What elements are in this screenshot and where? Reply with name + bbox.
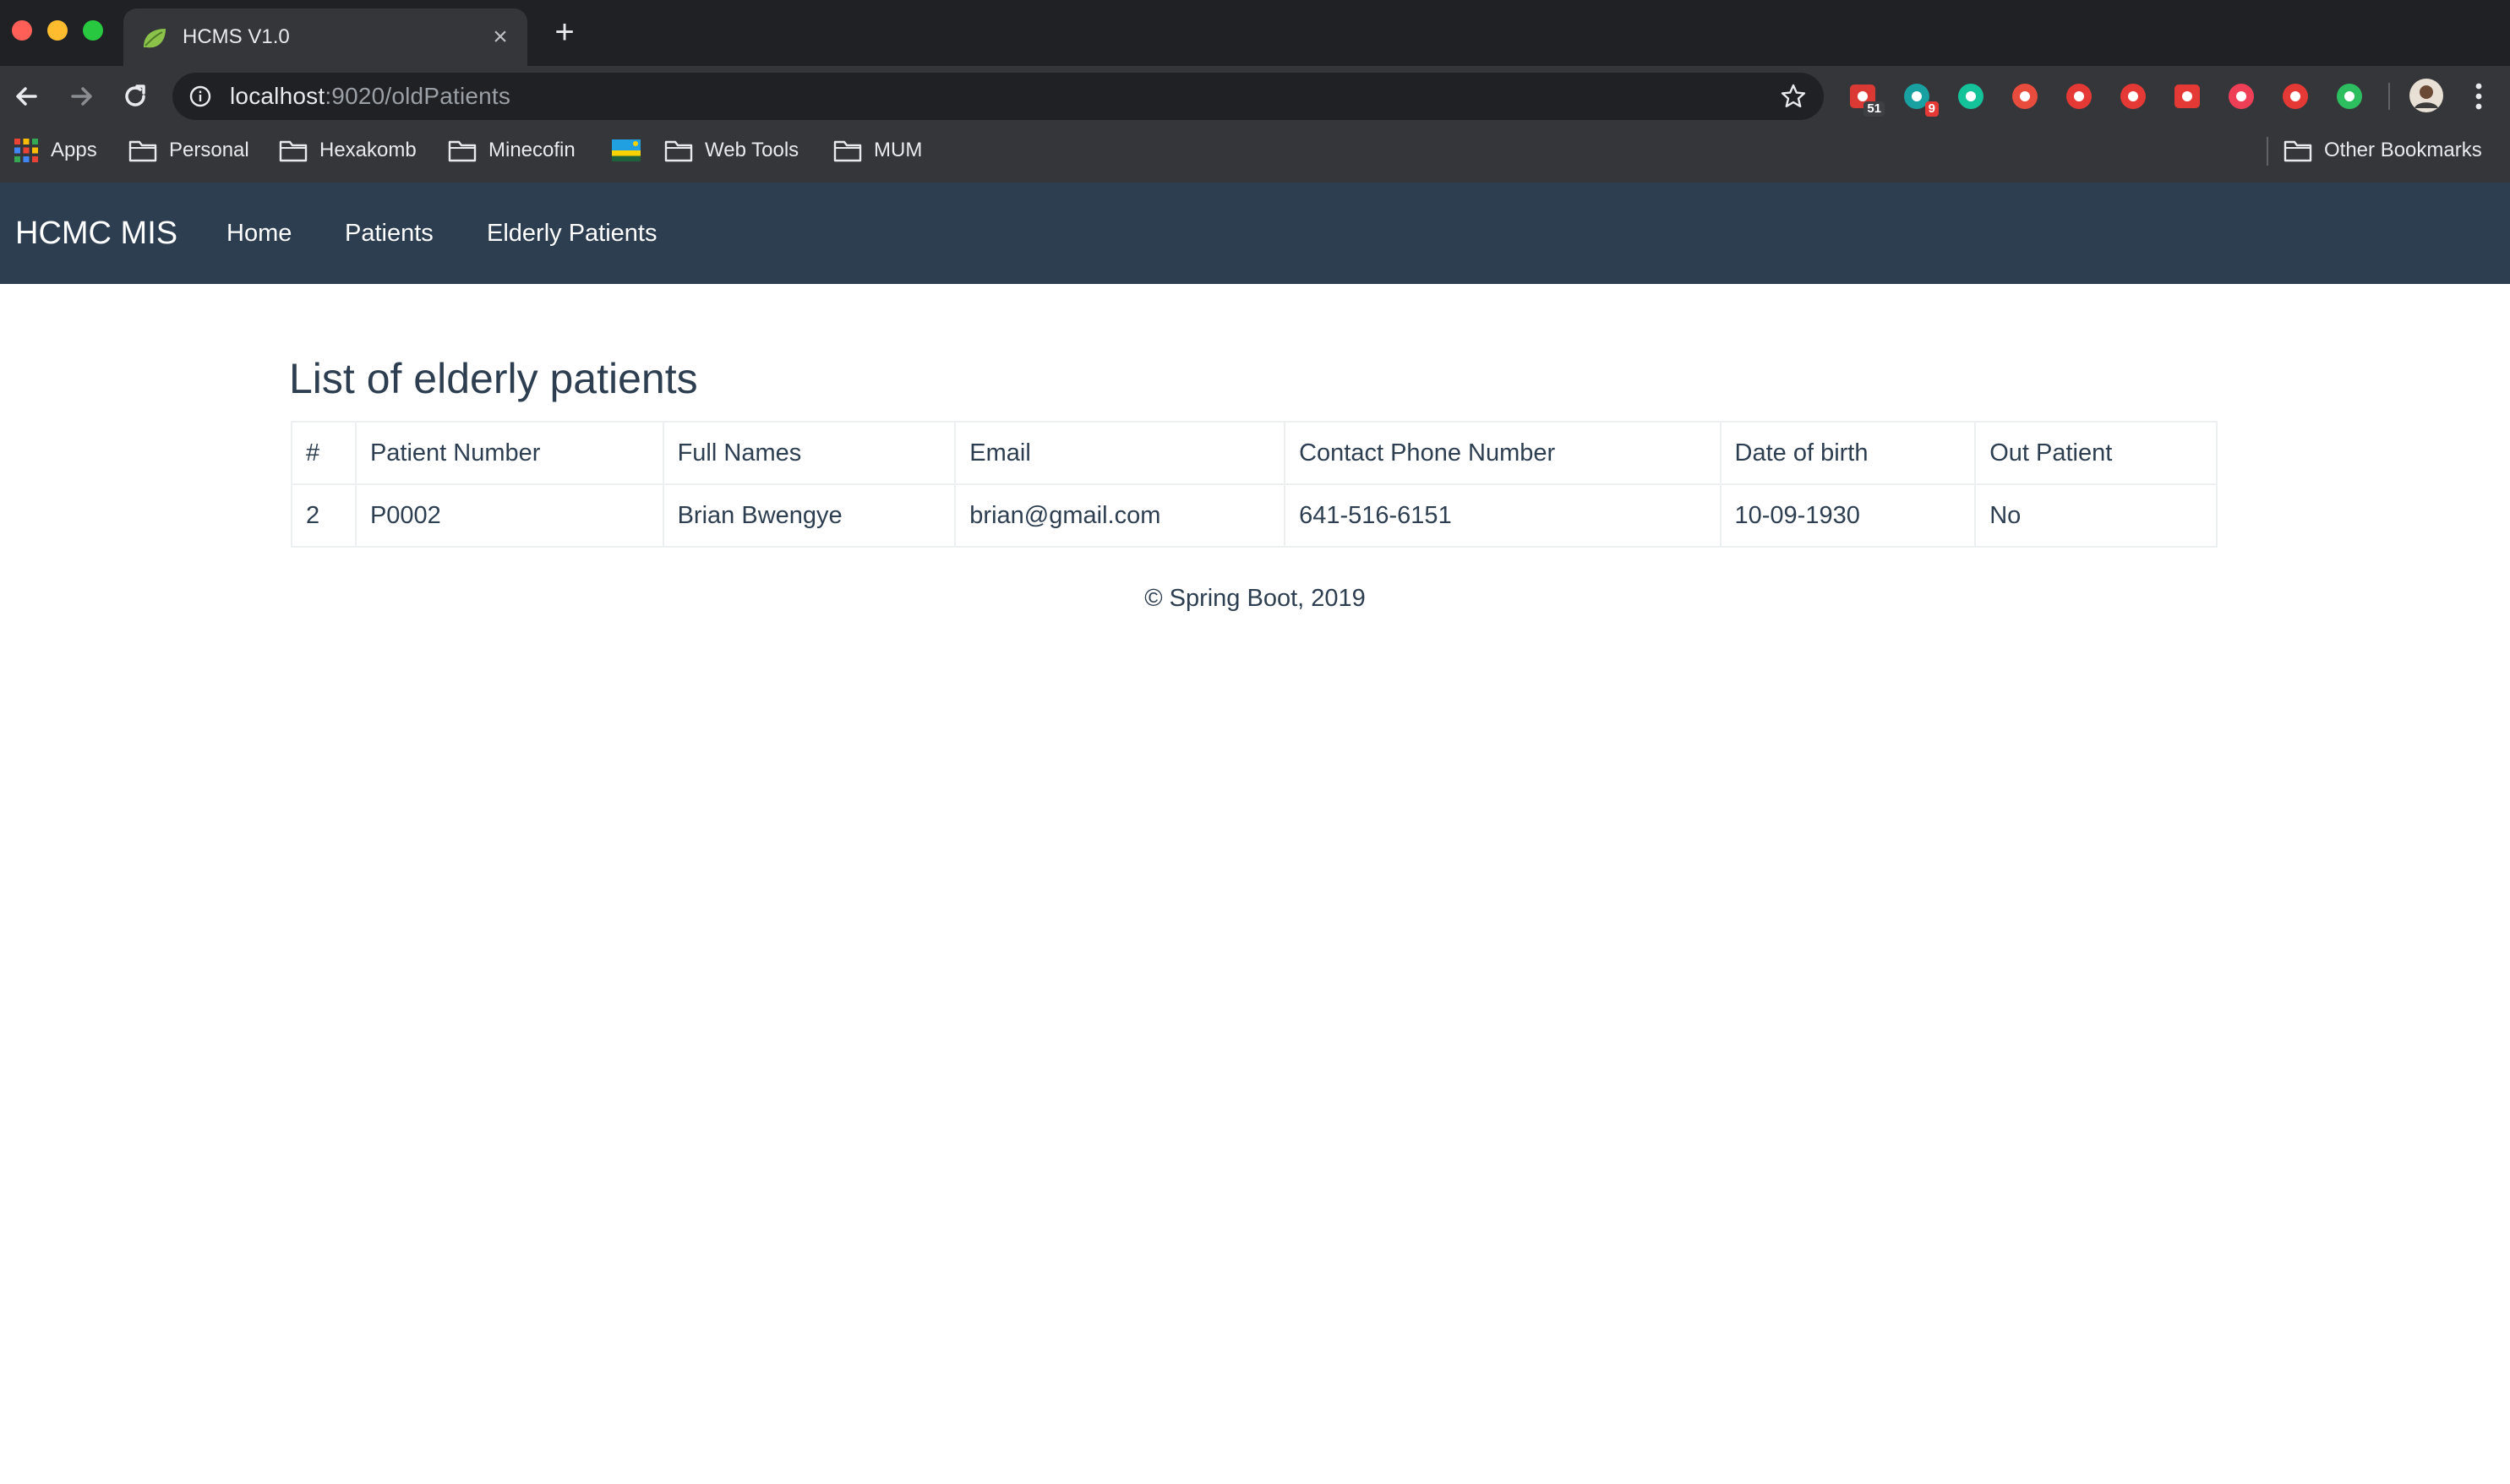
close-circle-ext-icon[interactable] [2280,81,2311,112]
browser-toolbar: localhost:9020/oldPatients 51 9 [0,66,2510,127]
folder-icon [2284,140,2312,162]
table-cell: brian@gmail.com [954,483,1286,548]
folder-icon [448,140,477,162]
folder-icon [664,140,693,162]
shield-ext-icon[interactable] [2172,81,2202,112]
column-header: Full Names [662,421,957,485]
column-header: Contact Phone Number [1284,421,1722,485]
app-ext-icon[interactable]: 9 [1902,81,1939,117]
grammarly-icon[interactable] [1956,81,1986,112]
table-cell: 641-516-6151 [1284,483,1722,548]
rwanda-flag-icon [612,139,641,161]
spring-leaf-icon [144,29,166,48]
adblock-icon[interactable] [2064,81,2094,112]
table-cell: No [1974,483,2218,548]
table-cell: Brian Bwengye [662,483,957,548]
tab-title: HCMS V1.0 [183,25,290,48]
bookmark-mum[interactable]: MUM [833,127,922,174]
nav-link-home[interactable]: Home [226,183,292,284]
column-header: Date of birth [1719,421,1977,485]
bookmark-flag-site[interactable] [612,127,652,174]
extension-badge: 9 [1924,101,1939,117]
back-icon[interactable] [10,79,44,113]
pocket-icon[interactable] [2226,81,2256,112]
folder-icon [128,140,157,162]
address-bar[interactable]: localhost:9020/oldPatients [172,73,1824,120]
folder-icon [833,140,862,162]
bookmarks-bar: Apps Personal Hexakomb Minecofin Web Too… [0,127,2510,183]
table-cell: 2 [291,483,357,548]
profile-avatar[interactable] [2409,78,2444,113]
table-cell: P0002 [354,483,664,548]
site-navbar: HCMC MIS Home Patients Elderly Patients [0,183,2510,284]
nav-link-patients[interactable]: Patients [345,183,434,284]
folder-icon [279,140,308,162]
table-header-row: # Patient Number Full Names Email Contac… [291,421,2218,485]
minimize-window-button[interactable] [47,20,68,41]
browser-tab-bar: HCMS V1.0 × + [0,0,2510,66]
table-cell: 10-09-1930 [1719,483,1977,548]
close-tab-icon[interactable]: × [485,22,516,52]
bookmark-other-bookmarks[interactable]: Other Bookmarks [2284,127,2482,174]
elderly-patients-table: # Patient Number Full Names Email Contac… [291,421,2218,548]
bookmark-label: MUM [874,139,923,161]
reload-icon[interactable] [118,79,152,113]
forward-icon[interactable] [64,79,98,113]
bookmark-label: Apps [51,139,97,161]
bookmarks-divider [2267,137,2268,166]
page-title: List of elderly patients [289,355,698,402]
table-row: 2 P0002 Brian Bwengye brian@gmail.com 64… [291,483,2218,548]
calendar-ext-icon[interactable]: 51 [1847,81,1885,117]
bookmark-label: Personal [169,139,249,161]
page-footer: © Spring Boot, 2019 [1144,585,1366,612]
column-header: # [291,421,357,485]
url-host: localhost [230,83,325,109]
color-wheel-icon[interactable] [2010,81,2040,112]
bookmark-label: Minecofin [488,139,576,161]
bookmark-label: Web Tools [705,139,799,161]
column-header: Email [954,421,1286,485]
evernote-icon[interactable] [2334,81,2365,112]
close-window-button[interactable] [12,20,32,41]
maximize-window-button[interactable] [83,20,103,41]
bookmark-web-tools[interactable]: Web Tools [664,127,799,174]
bookmark-label: Other Bookmarks [2324,139,2482,161]
column-header: Patient Number [354,421,664,485]
bookmark-star-icon[interactable] [1780,83,1807,110]
nav-link-elderly-patients[interactable]: Elderly Patients [487,183,658,284]
bookmark-apps[interactable]: Apps [14,127,97,174]
toolbar-divider [2388,83,2390,110]
new-tab-button[interactable]: + [548,15,581,49]
stop-hand-icon[interactable] [2118,81,2148,112]
column-header: Out Patient [1974,421,2218,485]
bookmark-minecofin[interactable]: Minecofin [448,127,576,174]
url-text: localhost:9020/oldPatients [230,73,510,120]
bookmark-personal[interactable]: Personal [128,127,249,174]
navbar-brand[interactable]: HCMC MIS [15,183,177,284]
apps-grid-icon [14,139,38,162]
menu-kebab-icon[interactable] [2466,79,2491,113]
url-path: :9020/oldPatients [325,83,511,109]
bookmark-hexakomb[interactable]: Hexakomb [279,127,417,174]
info-icon[interactable] [189,85,211,107]
browser-tab[interactable]: HCMS V1.0 × [123,8,527,66]
extension-badge: 51 [1863,101,1885,117]
bookmark-label: Hexakomb [319,139,417,161]
